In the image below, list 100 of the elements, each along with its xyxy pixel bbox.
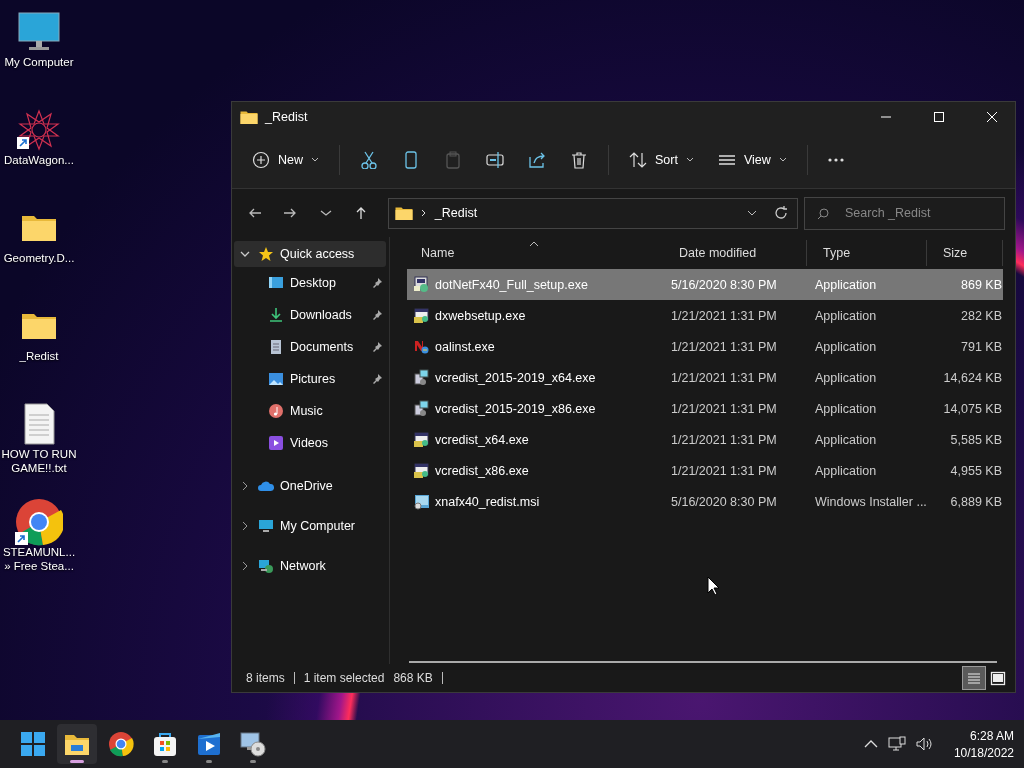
item-count: 8 items xyxy=(246,671,285,685)
column-header[interactable]: Name xyxy=(405,240,663,266)
file-name: oalinst.exe xyxy=(435,339,495,354)
file-type-cell-text: Application xyxy=(814,463,878,478)
sidebar-item[interactable]: OneDrive xyxy=(234,473,386,499)
date-modified-cell-text: 1/21/2021 1:31 PM xyxy=(670,432,778,447)
date-modified-cell-text: 1/21/2021 1:31 PM xyxy=(670,370,778,385)
chevron-right-icon xyxy=(240,481,250,491)
chevron-down-icon xyxy=(240,249,250,259)
square-icon xyxy=(990,670,1006,686)
chevron-up-icon[interactable] xyxy=(863,740,878,748)
mouse-pointer-icon xyxy=(707,576,719,595)
folder-icon xyxy=(394,205,413,221)
file-size-cell-text: 869 KB xyxy=(960,277,1003,292)
file-row[interactable]: oalinst.exe 1/21/2021 1:31 PM Application 791 KB xyxy=(407,331,1003,362)
copy-icon xyxy=(402,151,420,169)
sidebar-item[interactable]: My Computer xyxy=(234,513,386,539)
download-icon xyxy=(268,307,284,323)
star-icon xyxy=(258,246,274,262)
sort-button[interactable]: Sort xyxy=(619,143,704,177)
refresh-icon xyxy=(774,206,788,220)
desktop-icon-label[interactable]: DataWagon... xyxy=(0,154,78,168)
speaker-icon[interactable] xyxy=(915,736,934,752)
windows-logo-icon xyxy=(19,730,47,758)
sidebar-item[interactable]: Desktop xyxy=(234,267,386,299)
letter-n-program-icon xyxy=(413,338,430,355)
program-window-icon xyxy=(413,462,430,479)
chrome-icon xyxy=(107,730,135,758)
date-modified-cell-text: 1/21/2021 1:31 PM xyxy=(670,401,778,416)
program-window-icon xyxy=(413,307,430,324)
installer-package-icon xyxy=(413,493,430,510)
file-row[interactable]: vcredist_2015-2019_x64.exe 1/21/2021 1:31 PM Application 14,624 KB xyxy=(407,362,1003,393)
search-icon xyxy=(817,207,829,220)
new-button[interactable]: New xyxy=(242,143,329,177)
date-modified-cell-text: 1/21/2021 1:31 PM xyxy=(670,308,778,323)
file-row[interactable]: vcredist_x64.exe 1/21/2021 1:31 PM Application 5,585 KB xyxy=(407,424,1003,455)
caret-icon xyxy=(778,157,787,163)
file-type-cell-text: Application xyxy=(814,277,878,292)
column-header[interactable]: Date modified xyxy=(663,240,807,266)
desktop-icon xyxy=(268,275,284,291)
sidebar-item[interactable]: Documents xyxy=(234,331,386,363)
file-size-cell-text: 4,955 KB xyxy=(949,463,1003,478)
file-name: vcredist_x64.exe xyxy=(435,432,529,447)
clipboard-icon xyxy=(444,151,462,169)
column-header[interactable]: Type xyxy=(807,240,927,266)
sidebar-item[interactable]: Network xyxy=(234,553,386,579)
desktop-icon-label[interactable]: STEAMUNL... » Free Stea... xyxy=(0,546,78,574)
horizontal-scrollbar[interactable] xyxy=(409,661,997,663)
program-window-icon xyxy=(413,431,430,448)
rename-icon xyxy=(486,151,504,169)
close-icon xyxy=(986,111,998,123)
view-button[interactable]: View xyxy=(707,143,797,177)
sidebar-item[interactable]: Videos xyxy=(234,427,386,459)
folder-icon xyxy=(240,109,258,125)
file-name: vcredist_x86.exe xyxy=(435,463,529,478)
play-icon xyxy=(195,730,223,758)
sidebar-item[interactable]: Music xyxy=(234,395,386,427)
share-icon xyxy=(528,151,546,169)
selection-count: 1 item selected xyxy=(303,671,385,685)
network-icon xyxy=(258,558,274,574)
clock[interactable]: 6:28 AM 10/18/2022 xyxy=(953,728,1014,760)
desktop-icon-label[interactable]: _Redist xyxy=(0,350,78,364)
chevron-right-icon xyxy=(420,209,427,217)
installer-box-icon xyxy=(413,400,430,417)
column-header[interactable]: Size xyxy=(927,240,1003,266)
arrow-right-icon xyxy=(283,206,298,220)
file-row[interactable]: xnafx40_redist.msi 5/16/2020 8:30 PM Windows Installer ... 6,889 KB xyxy=(407,486,1003,517)
installer-box-icon xyxy=(413,369,430,386)
maximize-icon xyxy=(933,111,945,123)
desktop-icon-label[interactable]: HOW TO RUN GAME!!.txt xyxy=(0,448,78,476)
address-bar[interactable]: _Redist xyxy=(387,197,798,229)
file-size-cell-text: 14,624 KB xyxy=(942,370,1003,385)
breadcrumb-item[interactable]: _Redist xyxy=(434,206,739,220)
desktop-icon-label[interactable]: Geometry.D... xyxy=(0,252,78,266)
document-icon xyxy=(268,339,284,355)
chevron-right-icon xyxy=(240,561,250,571)
file-size-cell-text: 14,075 KB xyxy=(942,401,1003,416)
desktop-icon-label[interactable]: My Computer xyxy=(0,56,78,70)
file-type-cell-text: Windows Installer ... xyxy=(814,494,928,509)
sidebar-item[interactable]: Pictures xyxy=(234,363,386,395)
search-field[interactable]: Search _Redist xyxy=(804,196,1005,230)
computer-disc-icon xyxy=(239,730,267,758)
file-size-cell-text: 5,585 KB xyxy=(949,432,1003,447)
sidebar-item[interactable]: Quick access xyxy=(234,241,386,267)
date-modified-cell-text: 5/16/2020 8:30 PM xyxy=(670,494,778,509)
plus-circle-icon xyxy=(252,151,270,169)
file-row[interactable]: vcredist_x86.exe 1/21/2021 1:31 PM Application 4,955 KB xyxy=(407,455,1003,486)
caret-icon xyxy=(747,210,757,216)
file-size-cell-text: 791 KB xyxy=(960,339,1003,354)
file-explorer-button[interactable] xyxy=(57,724,97,764)
caret-icon xyxy=(685,157,694,163)
date-modified-cell-text: 1/21/2021 1:31 PM xyxy=(670,339,778,354)
scissors-icon xyxy=(360,151,378,169)
file-size-cell-text: 6,889 KB xyxy=(949,494,1003,509)
sidebar-item[interactable]: Downloads xyxy=(234,299,386,331)
network-icon[interactable] xyxy=(887,736,906,752)
file-row[interactable]: vcredist_2015-2019_x86.exe 1/21/2021 1:31 PM Application 14,075 KB xyxy=(407,393,1003,424)
video-icon xyxy=(268,435,284,451)
file-row[interactable]: dotNetFx40_Full_setup.exe 5/16/2020 8:30 PM Application 869 KB xyxy=(407,269,1003,300)
file-row[interactable]: dxwebsetup.exe 1/21/2021 1:31 PM Application 282 KB xyxy=(407,300,1003,331)
